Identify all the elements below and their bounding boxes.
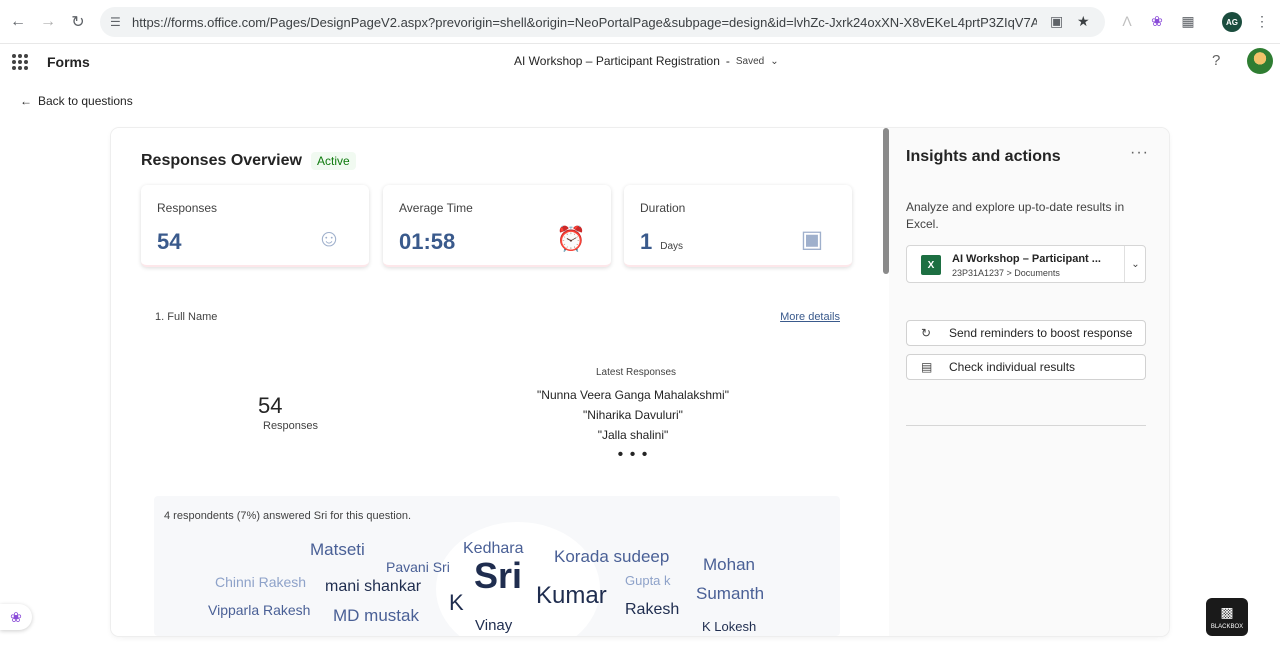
save-status: Saved (735, 55, 765, 67)
responses-overview-panel: Responses Overview Active Responses 54 ☺… (111, 128, 889, 636)
cloud-word[interactable]: Kumar (536, 582, 607, 610)
insights-description: Analyze and explore up-to-date results i… (906, 200, 1125, 231)
check-individual-results-button[interactable]: ▤ Check individual results (906, 354, 1146, 380)
title-separator: - (725, 54, 730, 68)
cloud-word[interactable]: Matseti (310, 540, 365, 560)
cloud-word[interactable]: Mohan (703, 555, 755, 575)
responses-card: Responses Overview Active Responses 54 ☺… (111, 128, 1169, 636)
cloud-word[interactable]: K (449, 590, 464, 616)
back-arrow-icon[interactable]: ← (6, 10, 30, 34)
more-responses-ellipsis[interactable]: • • • (473, 445, 793, 465)
button-label: Send reminders to boost response (949, 326, 1133, 340)
stat-value: 01:58 (399, 229, 456, 254)
back-to-questions-link[interactable]: ← Back to questions (20, 94, 133, 108)
status-badge: Active (311, 152, 356, 170)
results-list-icon: ▤ (921, 360, 933, 374)
calendar-sparkle-icon: ▣ (800, 225, 824, 253)
cloud-word[interactable]: Vinay (475, 617, 512, 634)
cloud-word[interactable]: Vipparla Rakesh (208, 602, 310, 618)
insights-title: Insights and actions (906, 148, 1061, 165)
question-title: 1. Full Name (155, 311, 218, 323)
site-info-icon[interactable]: ☰ (110, 15, 124, 29)
app-name[interactable]: Forms (47, 54, 90, 70)
stat-card-average-time: Average Time 01:58 ⏰ (383, 185, 611, 267)
button-label: Check individual results (949, 360, 1076, 374)
form-title-bar[interactable]: AI Workshop – Participant Registration -… (514, 54, 779, 68)
stat-label: Duration (640, 201, 686, 215)
insights-panel: Insights and actions ··· Analyze and exp… (889, 128, 1169, 636)
people-icon: ☺ (316, 225, 342, 252)
latest-response: "Nunna Veera Ganga Mahalakshmi" (537, 388, 729, 402)
latest-response: "Jalla shalini" (597, 428, 669, 442)
cloud-word[interactable]: mani shankar (325, 578, 421, 596)
reminder-icon: ↻ (921, 326, 932, 340)
word-cloud: 4 respondents (7%) answered Sri for this… (154, 496, 840, 636)
cloud-word[interactable]: Gupta k (625, 573, 671, 588)
form-title: AI Workshop – Participant Registration (514, 54, 720, 68)
divider (906, 425, 1146, 426)
browser-toolbar: ← → ↻ ☰ https://forms.office.com/Pages/D… (0, 0, 1280, 44)
response-count-label: Responses (263, 420, 319, 432)
install-app-icon[interactable]: ▣ (1050, 13, 1063, 30)
more-details-link[interactable]: More details (780, 311, 840, 323)
stat-unit: Days (660, 241, 684, 252)
excel-file-path: 23P31A1237 > Documents (952, 268, 1060, 278)
send-reminders-button[interactable]: ↻ Send reminders to boost response (906, 320, 1146, 346)
cloud-word[interactable]: K Lokesh (702, 619, 756, 634)
assistant-brain-icon[interactable]: ❀ (0, 604, 32, 630)
response-count: 54 (258, 393, 283, 418)
stat-value: 54 (157, 229, 182, 254)
excel-file-name[interactable]: AI Workshop – Participant ... (952, 253, 1101, 265)
blackbox-widget[interactable]: ▩ BLACKBOX (1206, 598, 1248, 636)
cloud-word[interactable]: Sumanth (696, 584, 764, 604)
back-arrow-icon: ← (20, 94, 32, 108)
page-title: Responses Overview (141, 152, 302, 169)
stat-value: 1 Days (640, 229, 684, 254)
cloud-word[interactable]: Korada sudeep (554, 547, 669, 567)
address-bar[interactable]: ☰ https://forms.office.com/Pages/DesignP… (100, 7, 1105, 37)
chevron-down-icon[interactable]: ⌄ (1124, 246, 1146, 282)
stat-label: Responses (157, 201, 218, 215)
blackbox-label: BLACKBOX (1210, 624, 1244, 630)
more-options-icon[interactable]: ··· (1130, 144, 1149, 162)
avatar[interactable] (1247, 48, 1273, 74)
stat-card-responses: Responses 54 ☺ (141, 185, 369, 267)
browser-menu-icon[interactable]: ⋮ (1253, 12, 1271, 30)
extensions-puzzle-icon[interactable]: ▦ (1179, 12, 1197, 30)
help-icon[interactable]: ? (1212, 52, 1220, 69)
alarm-clock-icon: ⏰ (556, 225, 586, 253)
cloud-word[interactable]: MD mustak (333, 606, 419, 626)
back-link-label: Back to questions (38, 94, 133, 108)
reload-icon[interactable]: ↻ (66, 10, 90, 34)
stat-card-duration: Duration 1 Days ▣ (624, 185, 852, 267)
latest-response: "Niharika Davuluri" (583, 408, 683, 422)
blackbox-logo-icon: ▩ (1220, 604, 1234, 620)
cloud-word-top[interactable]: Sri (474, 555, 522, 597)
forward-arrow-icon[interactable]: → (36, 10, 60, 34)
word-cloud-caption: 4 respondents (7%) answered Sri for this… (164, 510, 412, 522)
latest-responses-list: "Nunna Veera Ganga Mahalakshmi" "Niharik… (473, 385, 793, 465)
excel-icon: X (921, 255, 941, 275)
extension-brain-icon[interactable]: ❀ (1148, 12, 1166, 30)
cloud-word[interactable]: Chinni Rakesh (215, 574, 306, 590)
question-summary: 1. Full Name More details 54 Responses L… (138, 291, 856, 636)
cloud-word[interactable]: Rakesh (625, 601, 679, 619)
bookmark-star-icon[interactable]: ★ (1077, 13, 1090, 30)
chevron-down-icon[interactable]: ⌄ (770, 56, 778, 67)
excel-workbook-card[interactable]: X AI Workshop – Participant ... 23P31A12… (906, 245, 1146, 283)
app-launcher-icon[interactable] (12, 54, 28, 70)
url-text[interactable]: https://forms.office.com/Pages/DesignPag… (132, 15, 1037, 30)
app-header: Forms AI Workshop – Participant Registra… (0, 44, 1280, 80)
stat-label: Average Time (399, 201, 473, 215)
latest-responses-title: Latest Responses (596, 367, 677, 378)
browser-profile-avatar[interactable]: AG (1222, 12, 1242, 32)
extension-a-icon[interactable]: Λ (1118, 12, 1136, 30)
cloud-word[interactable]: Pavani Sri (386, 559, 450, 575)
